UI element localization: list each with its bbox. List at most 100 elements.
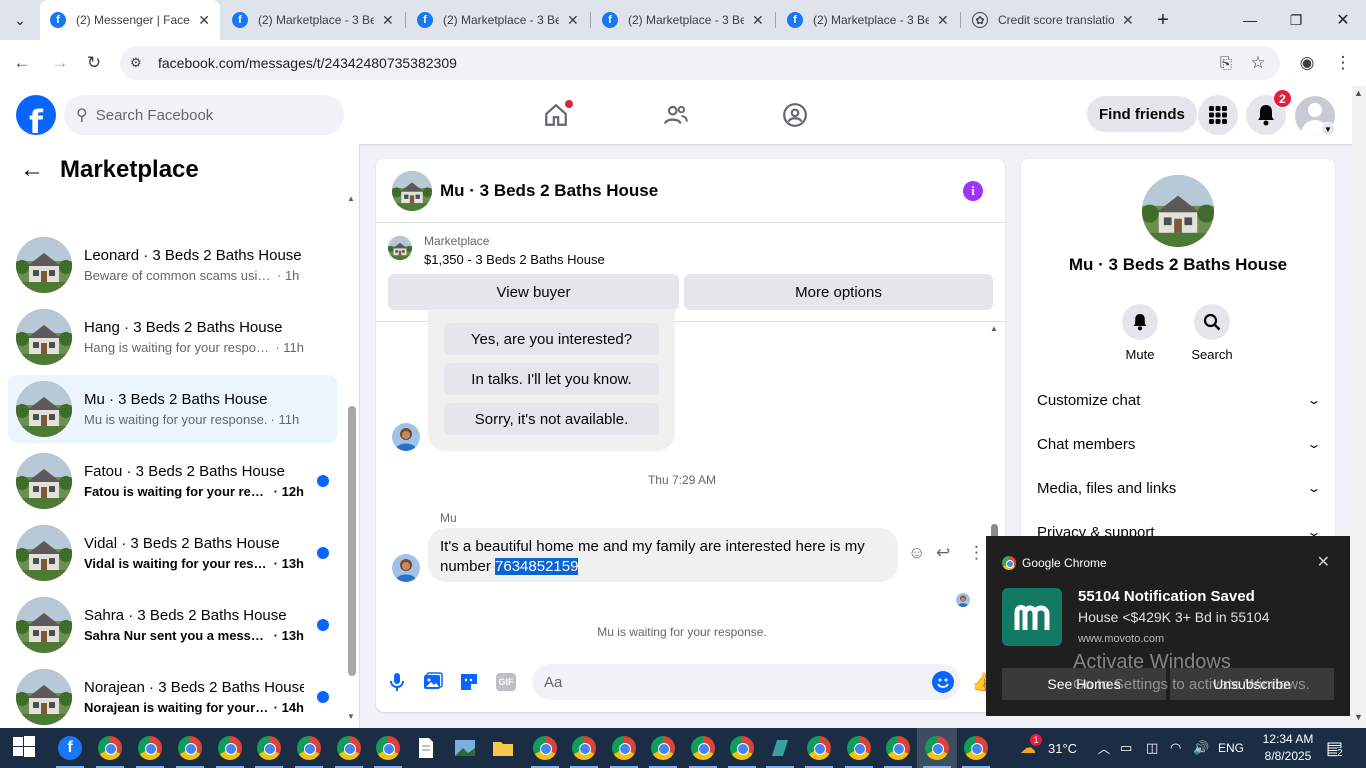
language-indicator[interactable]: ENG <box>1218 728 1244 768</box>
chrome-taskbar-icon[interactable] <box>612 736 636 760</box>
friends-nav[interactable] <box>661 100 691 130</box>
app-taskbar-icon[interactable] <box>768 736 792 760</box>
conversation-item[interactable]: Mu · 3 Beds 2 Baths House Mu is waiting f… <box>8 375 337 443</box>
close-tab-icon[interactable]: ✕ <box>937 12 949 29</box>
close-tab-icon[interactable]: ✕ <box>382 12 394 29</box>
system-clock[interactable]: 12:34 AM 8/8/2025 <box>1256 731 1320 765</box>
site-settings-icon[interactable]: ⚙ <box>130 55 154 71</box>
chrome-taskbar-icon[interactable] <box>847 736 871 760</box>
quick-reply-not-available[interactable]: Sorry, it's not available. <box>444 403 659 435</box>
conversation-item[interactable]: Vidal · 3 Beds 2 Baths House Vidal is wai… <box>8 519 337 587</box>
mute-button[interactable]: Mute <box>1110 304 1170 362</box>
chat-avatar[interactable] <box>392 170 432 211</box>
chrome-taskbar-icon[interactable] <box>178 736 202 760</box>
view-buyer-button[interactable]: View buyer <box>388 274 679 310</box>
tab-marketplace-2[interactable]: f (2) Marketplace - 3 Be ✕ <box>407 0 589 40</box>
chrome-profile-icon[interactable]: ◉ <box>1292 48 1322 78</box>
chrome-taskbar-icon[interactable] <box>376 736 400 760</box>
conversation-item[interactable]: Norajean · 3 Beds 2 Baths House Norajean … <box>8 663 337 728</box>
back-icon[interactable]: ← <box>7 48 37 78</box>
home-nav[interactable] <box>541 100 573 130</box>
chrome-taskbar-icon[interactable] <box>337 736 361 760</box>
restore-icon[interactable]: ❐ <box>1273 0 1319 40</box>
close-tab-icon[interactable]: ✕ <box>1122 12 1134 29</box>
back-arrow-icon[interactable]: ← <box>20 156 44 184</box>
url-text[interactable]: facebook.com/messages/t/2434248073538230… <box>158 55 457 71</box>
customize-chat-row[interactable]: Customize chat ⌄ <box>1037 388 1322 412</box>
message-input[interactable] <box>532 664 960 700</box>
tab-credit-score[interactable]: ✿ Credit score translatio ✕ <box>962 0 1144 40</box>
media-files-links-row[interactable]: Media, files and links ⌄ <box>1037 476 1322 500</box>
close-tab-icon[interactable]: ✕ <box>198 12 210 29</box>
tab-marketplace-3[interactable]: f (2) Marketplace - 3 Be ✕ <box>592 0 774 40</box>
chrome-taskbar-icon[interactable] <box>572 736 596 760</box>
chat-info-avatar[interactable] <box>1142 175 1214 247</box>
info-icon[interactable]: i <box>963 181 983 201</box>
tab-search-chevron-icon[interactable]: ⌄ <box>0 0 40 40</box>
show-hidden-icons[interactable]: ︿ <box>1098 728 1110 768</box>
chrome-taskbar-icon[interactable] <box>98 736 122 760</box>
tab-marketplace-1[interactable]: f (2) Marketplace - 3 Be ✕ <box>222 0 404 40</box>
quick-reply-in-talks[interactable]: In talks. I'll let you know. <box>444 363 659 395</box>
more-actions-icon[interactable]: ⋮ <box>968 543 985 563</box>
chrome-taskbar-icon[interactable] <box>964 736 988 760</box>
scroll-down-icon[interactable]: ▼ <box>347 712 355 721</box>
conversation-item[interactable]: Sahra · 3 Beds 2 Baths House Sahra Nur se… <box>8 591 337 659</box>
search-in-chat-button[interactable]: Search <box>1182 304 1242 362</box>
conversation-item[interactable]: Fatou · 3 Beds 2 Baths House Fatou is wai… <box>8 447 337 515</box>
chrome-taskbar-icon[interactable] <box>651 736 675 760</box>
weather-widget[interactable]: ☁ 1 31°C <box>1020 728 1077 768</box>
close-window-icon[interactable]: ✕ <box>1320 0 1366 40</box>
battery-icon[interactable]: ▭ <box>1120 728 1132 768</box>
address-bar[interactable]: ⚙ facebook.com/messages/t/24342480735382… <box>120 46 1280 80</box>
facebook-taskbar-icon[interactable]: f <box>58 736 82 760</box>
close-tab-icon[interactable]: ✕ <box>752 12 764 29</box>
quick-reply-interested[interactable]: Yes, are you interested? <box>444 323 659 355</box>
chrome-taskbar-icon[interactable] <box>257 736 281 760</box>
meet-now-icon[interactable]: ◫ <box>1146 728 1158 768</box>
menu-button[interactable] <box>1198 95 1238 135</box>
install-app-icon[interactable]: ⎘ <box>1211 48 1241 78</box>
find-friends-button[interactable]: Find friends <box>1087 96 1197 132</box>
chrome-taskbar-icon[interactable] <box>807 736 831 760</box>
listing-price-title[interactable]: $1,350 - 3 Beds 2 Baths House <box>424 252 605 267</box>
forward-icon[interactable]: → <box>45 48 75 78</box>
action-center[interactable]: ▤ 2 <box>1326 728 1349 768</box>
listing-thumbnail[interactable] <box>388 236 412 260</box>
photos-taskbar-icon[interactable] <box>453 736 477 760</box>
sidebar-scrollbar[interactable]: ▲ ▼ <box>347 194 357 724</box>
notifications-button[interactable]: 2 <box>1246 89 1292 135</box>
tab-marketplace-4[interactable]: f (2) Marketplace - 3 Be ✕ <box>777 0 959 40</box>
gif-icon[interactable]: GIF <box>496 673 516 691</box>
chrome-taskbar-icon[interactable] <box>691 736 715 760</box>
chrome-taskbar-icon[interactable] <box>533 736 557 760</box>
volume-icon[interactable]: 🔊 <box>1193 728 1209 768</box>
sticker-icon[interactable] <box>458 671 480 693</box>
emoji-picker-icon[interactable] <box>932 671 954 693</box>
minimize-icon[interactable]: — <box>1227 0 1273 40</box>
microphone-icon[interactable] <box>386 671 408 693</box>
buyer-avatar[interactable] <box>392 423 420 451</box>
file-explorer-icon[interactable] <box>491 736 515 760</box>
message-bubble[interactable]: It's a beautiful home me and my family a… <box>428 528 898 582</box>
groups-nav[interactable] <box>780 100 810 130</box>
photo-attach-icon[interactable] <box>422 671 444 693</box>
reply-icon[interactable]: ↩ <box>936 543 950 563</box>
tab-messenger[interactable]: f (2) Messenger | Faceb ✕ <box>40 0 220 40</box>
chrome-taskbar-icon[interactable] <box>925 736 949 760</box>
scroll-up-icon[interactable]: ▲ <box>1354 88 1363 98</box>
chrome-taskbar-icon[interactable] <box>730 736 754 760</box>
scroll-up-icon[interactable]: ▲ <box>990 324 998 333</box>
chrome-taskbar-icon[interactable] <box>886 736 910 760</box>
facebook-search[interactable]: ⚲ <box>64 95 344 135</box>
windows-start-icon[interactable] <box>13 736 37 760</box>
conversation-item[interactable]: Hang · 3 Beds 2 Baths House Hang is waiti… <box>8 303 337 371</box>
close-icon[interactable]: ✕ <box>1317 552 1330 572</box>
facebook-logo-icon[interactable]: f <box>16 95 56 135</box>
close-tab-icon[interactable]: ✕ <box>567 12 579 29</box>
scrollbar-thumb[interactable] <box>348 406 356 676</box>
conversation-item[interactable]: Leonard · 3 Beds 2 Baths House Beware of … <box>8 231 337 299</box>
scroll-down-icon[interactable]: ▼ <box>1354 712 1363 722</box>
phone-number-selected[interactable]: 7634852159 <box>495 558 579 575</box>
chat-members-row[interactable]: Chat members ⌄ <box>1037 432 1322 456</box>
